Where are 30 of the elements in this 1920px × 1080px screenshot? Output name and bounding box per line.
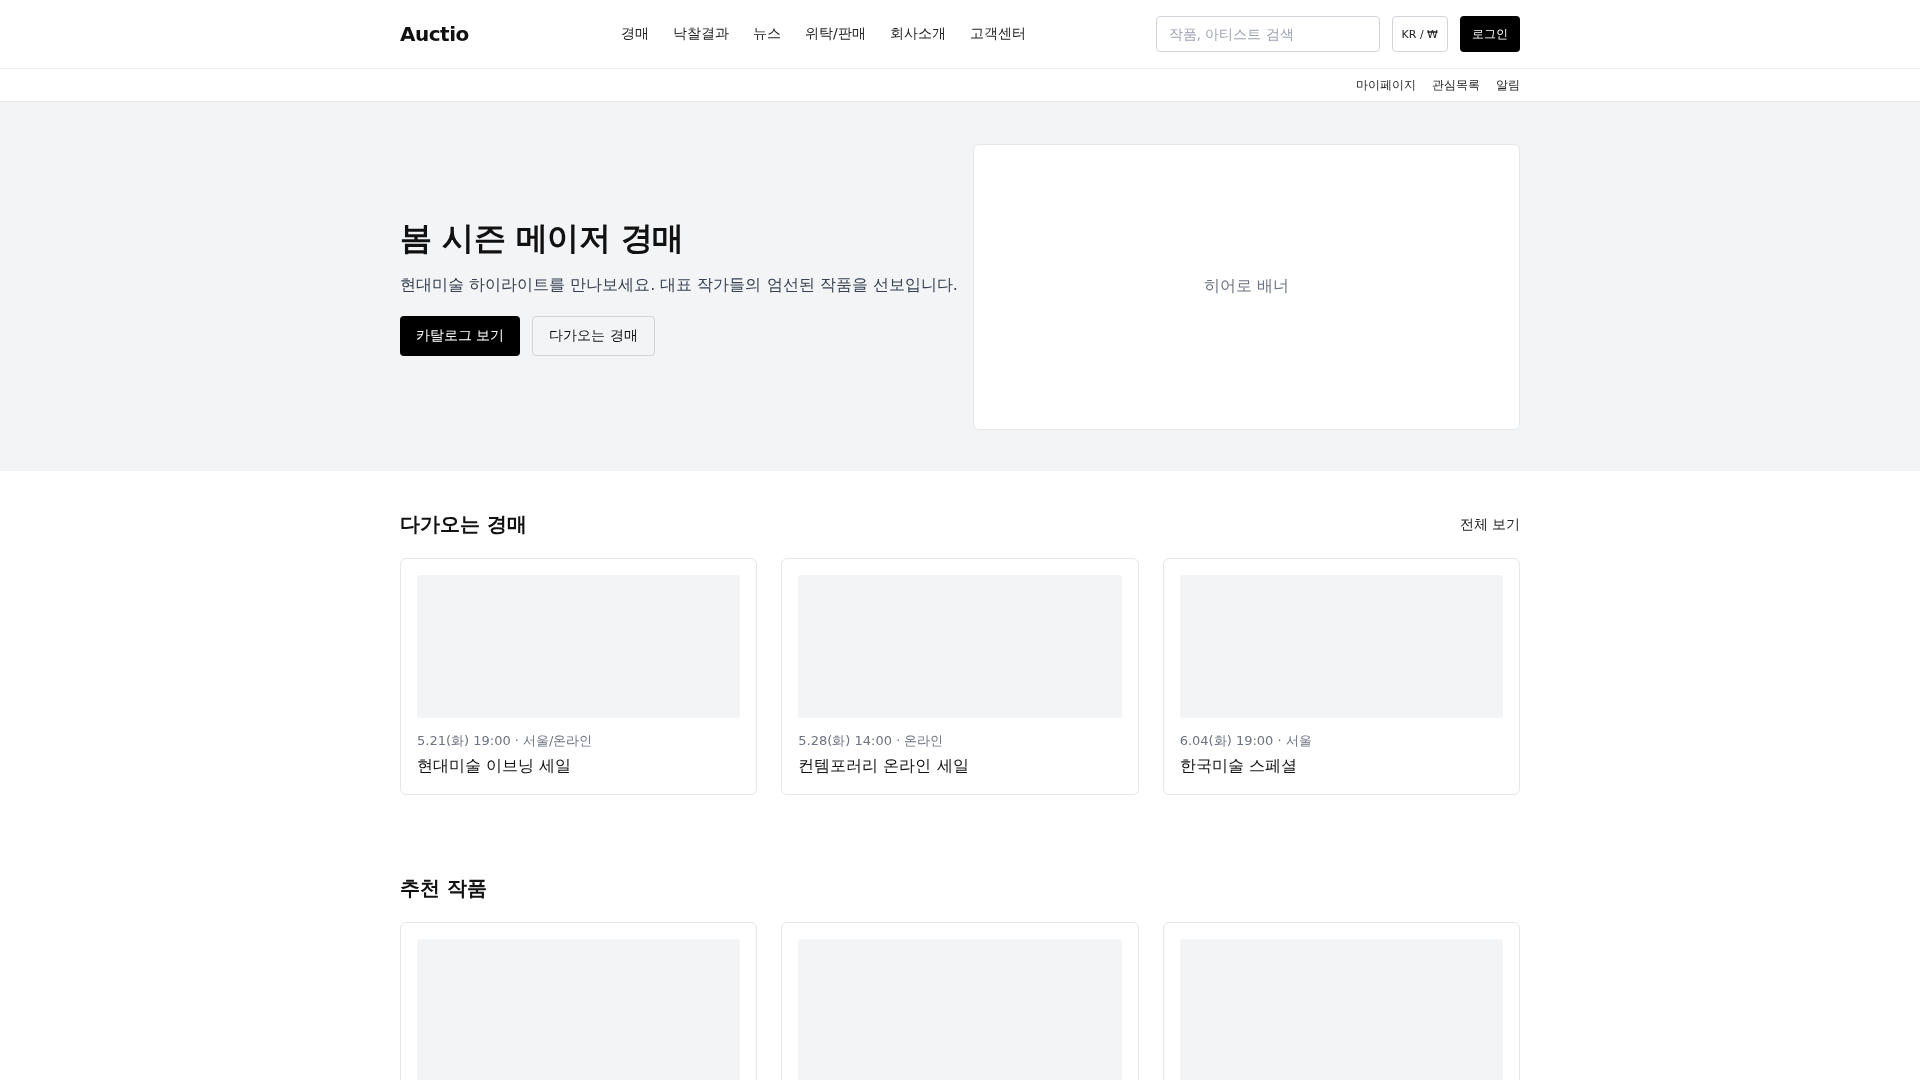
sub-nav-link[interactable]: 마이페이지	[1356, 76, 1416, 94]
nav-link[interactable]: 위탁/판매	[805, 25, 866, 43]
auction-title: 컨템포러리 온라인 세일	[798, 756, 970, 777]
nav-link[interactable]: 고객센터	[969, 25, 1026, 43]
view-all-link[interactable]: 전체 보기	[1459, 515, 1520, 534]
auction-date: 5.28(화) 14:00 · 온라인	[798, 732, 945, 750]
hero-subtitle: 현대미술 하이라이트를 만나보세요. 대표 작가들의 엄선된 작품을 선보입니다.	[400, 275, 959, 296]
upcoming-button[interactable]: 다가오는 경매	[532, 316, 655, 356]
auction-title: 한국미술 스페셜	[1179, 756, 1298, 777]
auction-date: 6.04(화) 19:00 · 서울	[1179, 732, 1313, 750]
nav-link[interactable]: 회사소개	[889, 25, 946, 43]
nav-link[interactable]: 경매	[621, 25, 649, 43]
banner-label: 히어로 배너	[1203, 276, 1290, 297]
sub-nav-link[interactable]: 알림	[1496, 76, 1520, 94]
hero-title: 봄 시즌 메이저 경매	[400, 218, 685, 259]
auction-title: 현대미술 이브닝 세일	[417, 756, 573, 777]
section-title: 추천 작품	[400, 875, 487, 902]
auction-date: 5.21(화) 19:00 · 서울/온라인	[417, 732, 594, 750]
sub-nav-link[interactable]: 관심목록	[1432, 76, 1480, 94]
section-title: 다가오는 경매	[400, 511, 527, 538]
nav-link[interactable]: 뉴스	[753, 25, 781, 43]
auction-card[interactable]: 5.21(화) 19:00 · 서울/온라인 현대미술 이브닝 세일	[400, 558, 758, 795]
auction-card[interactable]: 6.04(화) 19:00 · 서울 한국미술 스페셜	[1162, 558, 1520, 795]
catalog-button[interactable]: 카탈로그 보기	[400, 316, 521, 356]
search-field[interactable]: 작품, 아티스트 검색	[1155, 16, 1380, 52]
logo[interactable]: Auctio	[400, 22, 621, 46]
currency-button[interactable]: KR / ₩	[1391, 16, 1448, 52]
nav-link[interactable]: 낙찰결과	[673, 25, 729, 43]
auction-card[interactable]: 5.28(화) 14:00 · 온라인 컨템포러리 온라인 세일	[781, 558, 1139, 795]
login-button[interactable]: 로그인	[1460, 16, 1520, 52]
